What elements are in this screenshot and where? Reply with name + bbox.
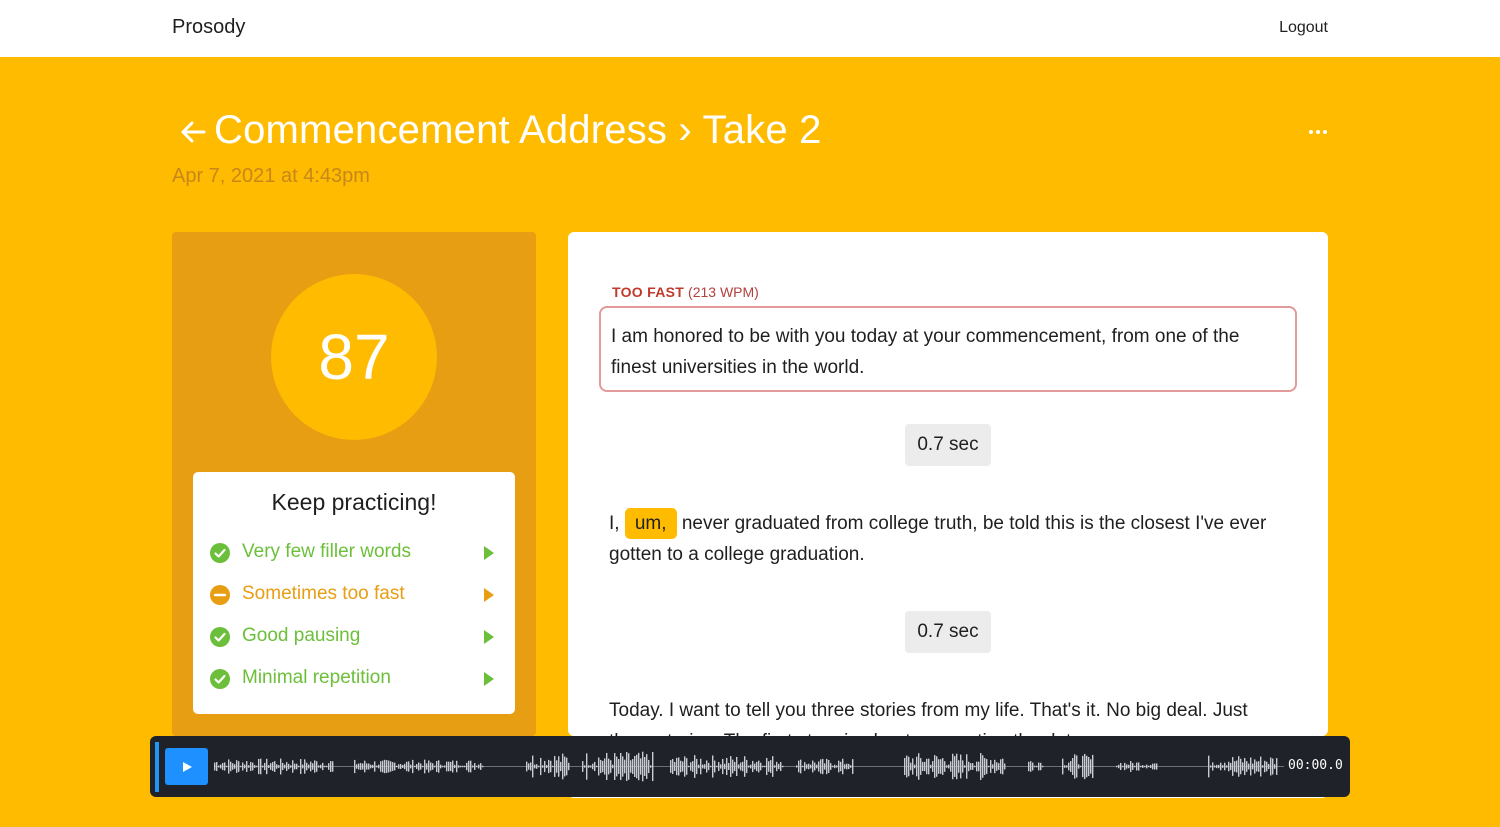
recording-date: Apr 7, 2021 at 4:43pm xyxy=(172,165,370,187)
score-value: 87 xyxy=(318,321,390,393)
check-circle-icon xyxy=(210,669,230,689)
feedback-item-filler-words[interactable]: Very few filler words xyxy=(209,538,499,568)
sentence-text: I, xyxy=(609,513,620,534)
feedback-card: Keep practicing! Very few filler words S… xyxy=(193,472,515,714)
score-circle: 87 xyxy=(271,274,437,440)
transcript-sentence-flagged[interactable]: I am honored to be with you today at you… xyxy=(599,306,1297,392)
play-icon xyxy=(182,761,192,772)
minus-circle-icon xyxy=(210,585,230,605)
transcript-panel: TOO FAST (213 WPM) I am honored to be wi… xyxy=(568,232,1328,736)
time-readout: 00:00.0 xyxy=(1288,758,1343,773)
feedback-item-repetition[interactable]: Minimal repetition xyxy=(209,664,499,694)
play-button[interactable] xyxy=(165,748,208,785)
caret-right-icon xyxy=(484,588,494,602)
feedback-label: Very few filler words xyxy=(242,541,411,562)
score-panel: 87 Keep practicing! Very few filler word… xyxy=(172,232,536,736)
wpm-readout: (213 WPM) xyxy=(688,284,759,300)
ellipsis-icon[interactable] xyxy=(1306,114,1332,140)
top-nav-bar: Prosody Logout xyxy=(0,0,1500,57)
pause-marker[interactable]: 0.7 sec xyxy=(905,611,991,653)
transcript-sentence[interactable]: Today. I want to tell you three stories … xyxy=(609,695,1289,736)
sentence-text: Today. I want to tell you three stories … xyxy=(609,700,1208,721)
feedback-label: Sometimes too fast xyxy=(242,583,405,604)
page-title: Commencement Address › Take 2 xyxy=(214,108,822,152)
audio-player: 00:00.0 xyxy=(150,736,1350,797)
audio-waveform[interactable] xyxy=(214,740,1284,793)
sentence-text: never graduated from college truth, be t… xyxy=(609,513,1267,565)
filler-word-highlight[interactable]: um, xyxy=(624,508,677,539)
playhead[interactable] xyxy=(155,742,159,792)
feedback-title: Keep practicing! xyxy=(271,489,437,515)
arrow-left-icon[interactable] xyxy=(176,112,210,152)
feedback-item-pausing[interactable]: Good pausing xyxy=(209,622,499,652)
feedback-label: Good pausing xyxy=(242,625,361,646)
caret-right-icon xyxy=(484,672,494,686)
logout-link[interactable]: Logout xyxy=(1279,19,1328,37)
caret-right-icon xyxy=(484,546,494,560)
too-fast-label: TOO FAST (213 WPM) xyxy=(612,284,759,300)
check-circle-icon xyxy=(210,543,230,563)
feedback-item-pace[interactable]: Sometimes too fast xyxy=(209,580,499,610)
too-fast-tag: TOO FAST xyxy=(612,284,685,300)
feedback-label: Minimal repetition xyxy=(242,667,391,688)
caret-right-icon xyxy=(484,630,494,644)
brand-logo-text[interactable]: Prosody xyxy=(172,16,245,39)
pause-marker[interactable]: 0.7 sec xyxy=(905,424,991,466)
transcript-sentence[interactable]: I, um, never graduated from college trut… xyxy=(609,508,1289,570)
check-circle-icon xyxy=(210,627,230,647)
